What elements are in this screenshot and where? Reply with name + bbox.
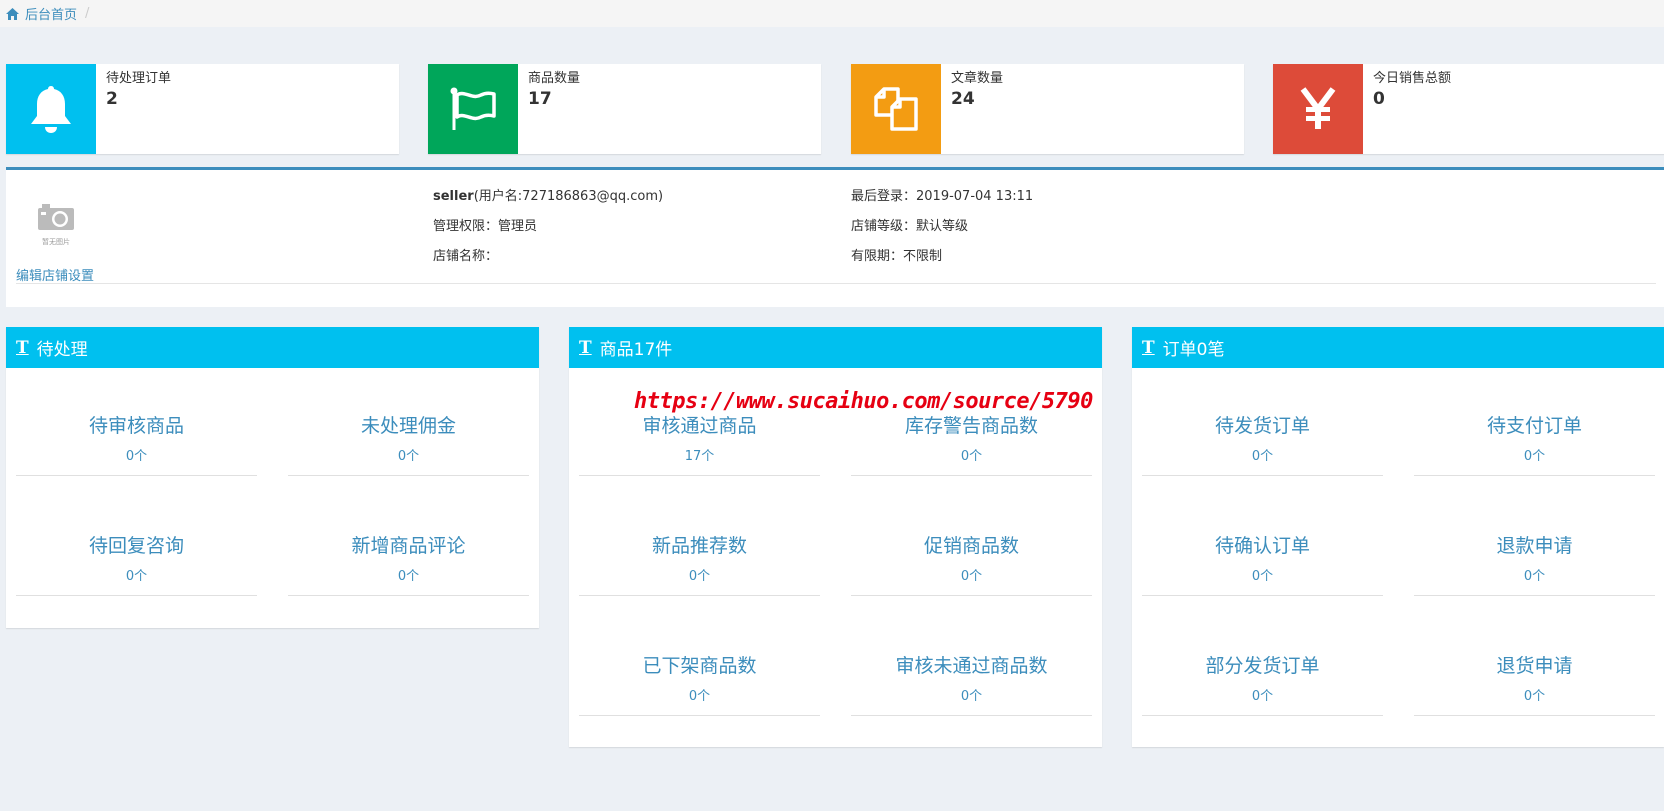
stat-title: 待审核商品 xyxy=(88,415,184,437)
breadcrumb-separator: / xyxy=(85,6,90,21)
info-box-today-sales: 今日销售总额 0 xyxy=(1273,64,1664,154)
text-t-icon: T xyxy=(1142,337,1155,358)
info-box-value: 24 xyxy=(951,89,975,109)
home-icon xyxy=(6,7,19,20)
stat-title: 已下架商品数 xyxy=(642,655,757,677)
edit-shop-settings-link[interactable]: 编辑店铺设置 xyxy=(16,265,94,284)
username-detail: (用户名:727186863@qq.com) xyxy=(473,189,664,204)
stat-item[interactable]: 待发货订单 0个 xyxy=(1142,404,1383,476)
stat-title: 退款申请 xyxy=(1496,535,1573,557)
profile-last-login: 最后登录：2019-07-04 13:11 xyxy=(851,189,1034,204)
stat-title: 待支付订单 xyxy=(1486,415,1582,437)
stat-count: 0个 xyxy=(1251,569,1274,584)
text-t-icon: T xyxy=(579,337,592,358)
stat-item[interactable]: 部分发货订单 0个 xyxy=(1142,644,1383,716)
stat-item[interactable]: 退货申请 0个 xyxy=(1414,644,1655,716)
stat-title: 待确认订单 xyxy=(1214,535,1310,557)
stat-item[interactable]: 待支付订单 0个 xyxy=(1414,404,1655,476)
panel-title: 商品17件 xyxy=(599,340,673,360)
info-box-icon-area xyxy=(851,64,941,154)
info-box-product-count: 商品数量 17 xyxy=(428,64,821,154)
stat-item[interactable]: 审核未通过商品数 0个 xyxy=(851,644,1092,716)
panel-header: T 商品17件 xyxy=(569,327,1102,368)
bell-icon xyxy=(31,86,71,133)
breadcrumb: 后台首页 / xyxy=(0,0,1664,27)
stat-title: 新品推荐数 xyxy=(651,535,747,557)
username-strong: seller xyxy=(433,189,474,204)
stat-count: 0个 xyxy=(960,689,983,704)
info-box-value: 17 xyxy=(528,89,552,109)
profile-permission: 管理权限：管理员 xyxy=(433,219,538,234)
photo-caption: 暂无图片 xyxy=(42,238,70,246)
stat-title: 未处理佣金 xyxy=(360,415,456,437)
stat-count: 0个 xyxy=(960,569,983,584)
stat-count: 0个 xyxy=(1523,569,1546,584)
profile-divider xyxy=(16,283,1656,284)
stat-item[interactable]: 已下架商品数 0个 xyxy=(579,644,820,716)
panel-header: T 待处理 xyxy=(6,327,539,368)
info-box-value: 2 xyxy=(106,89,118,109)
info-box-icon-area xyxy=(1273,64,1363,154)
panel-header: T 订单0笔 xyxy=(1132,327,1664,368)
stat-count: 0个 xyxy=(397,569,420,584)
panel-pending: T 待处理 待审核商品 0个 未处理佣金 0个 待回复咨询 0个 新增商品评论 … xyxy=(6,327,539,628)
profile-username: seller(用户名:727186863@qq.com) xyxy=(433,185,663,204)
info-box-article-count: 文章数量 24 xyxy=(851,64,1244,154)
stat-count: 0个 xyxy=(125,449,148,464)
stat-title: 库存警告商品数 xyxy=(904,415,1038,437)
stat-title: 部分发货订单 xyxy=(1205,655,1320,677)
stat-title: 退货申请 xyxy=(1496,655,1573,677)
stat-item[interactable]: 库存警告商品数 0个 xyxy=(851,404,1092,476)
stat-item[interactable]: 新品推荐数 0个 xyxy=(579,524,820,596)
breadcrumb-home-link[interactable]: 后台首页 xyxy=(25,4,77,23)
info-box-label: 今日销售总额 xyxy=(1373,71,1452,86)
stat-title: 待回复咨询 xyxy=(88,535,184,557)
info-box-icon-area xyxy=(428,64,518,154)
shop-profile-box: 暂无图片 编辑店铺设置 seller(用户名:727186863@qq.com)… xyxy=(6,167,1664,307)
camera-icon xyxy=(38,204,74,230)
shop-avatar: 暂无图片 xyxy=(36,202,76,248)
info-box-pending-orders: 待处理订单 2 xyxy=(6,64,399,154)
stat-item[interactable]: 退款申请 0个 xyxy=(1414,524,1655,596)
stat-count: 0个 xyxy=(397,449,420,464)
info-box-label: 待处理订单 xyxy=(106,71,172,86)
files-icon xyxy=(874,87,918,131)
stat-item[interactable]: 待审核商品 0个 xyxy=(16,404,257,476)
text-t-icon: T xyxy=(16,337,29,358)
stat-count: 0个 xyxy=(960,449,983,464)
stat-count: 0个 xyxy=(1251,689,1274,704)
profile-shop-level: 店铺等级：默认等级 xyxy=(851,219,969,234)
stat-count: 0个 xyxy=(1251,449,1274,464)
stat-title: 待发货订单 xyxy=(1214,415,1310,437)
stat-title: 审核通过商品 xyxy=(642,415,757,437)
panel-title: 待处理 xyxy=(36,340,88,360)
stat-count: 0个 xyxy=(1523,689,1546,704)
stat-item[interactable]: 待回复咨询 0个 xyxy=(16,524,257,596)
info-box-label: 文章数量 xyxy=(951,71,1004,86)
profile-shop-name: 店铺名称： xyxy=(433,249,499,264)
stat-count: 0个 xyxy=(688,689,711,704)
stat-count: 0个 xyxy=(688,569,711,584)
info-box-icon-area xyxy=(6,64,96,154)
flag-icon xyxy=(450,87,496,130)
info-box-label: 商品数量 xyxy=(528,71,581,86)
stat-item[interactable]: 促销商品数 0个 xyxy=(851,524,1092,596)
stat-count: 17个 xyxy=(684,449,715,464)
stat-title: 审核未通过商品数 xyxy=(895,655,1048,677)
stat-title: 促销商品数 xyxy=(923,535,1019,557)
panel-title: 订单0笔 xyxy=(1162,340,1225,360)
stat-item[interactable]: 新增商品评论 0个 xyxy=(288,524,529,596)
yen-icon xyxy=(1300,87,1336,129)
stat-item[interactable]: 审核通过商品 17个 xyxy=(579,404,820,476)
panel-orders: T 订单0笔 待发货订单 0个 待支付订单 0个 待确认订单 0个 退款申请 0… xyxy=(1132,327,1664,747)
info-box-value: 0 xyxy=(1373,89,1385,109)
stat-count: 0个 xyxy=(125,569,148,584)
stat-item[interactable]: 未处理佣金 0个 xyxy=(288,404,529,476)
profile-validity: 有限期：不限制 xyxy=(851,249,943,264)
stat-title: 新增商品评论 xyxy=(351,535,466,557)
stat-count: 0个 xyxy=(1523,449,1546,464)
watermark-url: https://www.sucaihuo.com/source/5790 xyxy=(634,389,1093,414)
stat-item[interactable]: 待确认订单 0个 xyxy=(1142,524,1383,596)
